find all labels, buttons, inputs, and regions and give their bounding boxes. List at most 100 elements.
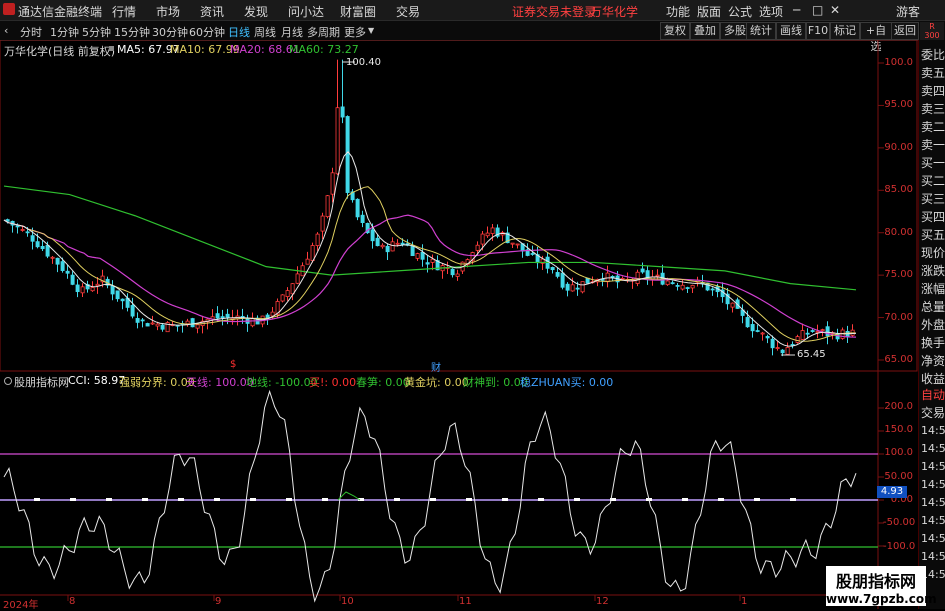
menu-item-faxian[interactable]: 发现 bbox=[244, 3, 268, 20]
candle-body bbox=[480, 233, 485, 245]
candle-body bbox=[90, 287, 95, 292]
candle-body bbox=[760, 332, 765, 335]
candle-body bbox=[380, 244, 385, 248]
button-huaxian[interactable]: 画线 bbox=[776, 22, 806, 40]
cci-tick-200: 200.0 bbox=[884, 401, 913, 412]
candle-body bbox=[485, 232, 490, 237]
candle-body bbox=[190, 318, 195, 328]
close-icon[interactable]: ✕ bbox=[830, 3, 840, 17]
watermark-url: www.7gpzb.com bbox=[826, 592, 937, 606]
zero-marker bbox=[214, 498, 220, 501]
menu-item-zixun[interactable]: 资讯 bbox=[200, 3, 224, 20]
period-5min[interactable]: 5分钟 bbox=[82, 24, 111, 40]
button-add-watchlist[interactable]: +自选 bbox=[860, 22, 892, 53]
guest-user[interactable]: 游客 bbox=[896, 3, 920, 20]
candle-body bbox=[490, 227, 495, 234]
trade-label: 交易 bbox=[921, 406, 945, 420]
r-badge-letter: R bbox=[929, 22, 935, 31]
candle-body bbox=[510, 242, 515, 245]
candle-body bbox=[800, 330, 805, 340]
button-tongji[interactable]: 统计 bbox=[746, 22, 776, 40]
candle-body bbox=[315, 233, 320, 246]
time-row-5: 14:5 bbox=[921, 496, 945, 509]
menu-item-caifuquan[interactable]: 财富圈 bbox=[340, 3, 376, 20]
candle-body bbox=[555, 272, 560, 277]
ma60-line bbox=[3, 185, 857, 291]
menu-item-jiaoyi[interactable]: 交易 bbox=[396, 3, 420, 20]
zero-marker bbox=[106, 498, 112, 501]
menu-item-banmian[interactable]: 版面 bbox=[697, 3, 721, 20]
auto-trade-label[interactable]: 自动 bbox=[921, 386, 945, 403]
candle-body bbox=[145, 323, 150, 327]
menu-item-gongneng[interactable]: 功能 bbox=[666, 3, 690, 20]
candle-body bbox=[560, 272, 565, 288]
candle-body bbox=[385, 245, 390, 253]
time-row-6: 14:5 bbox=[921, 514, 945, 527]
menu-item-wenxiaoda[interactable]: 问小达 bbox=[288, 3, 324, 20]
chart-area[interactable] bbox=[0, 40, 918, 609]
period-1min[interactable]: 1分钟 bbox=[50, 24, 79, 40]
candle-body bbox=[110, 285, 115, 295]
period-fenshi[interactable]: 分时 bbox=[20, 24, 42, 40]
back-arrow-icon[interactable]: ‹ bbox=[4, 24, 8, 37]
candle-body bbox=[70, 274, 75, 285]
cci-tick-100: 100.0 bbox=[884, 447, 913, 458]
dollar-marker[interactable]: $ bbox=[230, 359, 236, 370]
candle-body bbox=[40, 246, 45, 250]
indicator-name[interactable]: 股朋指标网 bbox=[14, 374, 69, 390]
period-more[interactable]: 更多 bbox=[344, 24, 366, 40]
candle-body bbox=[20, 229, 25, 231]
button-biaoji[interactable]: 标记 bbox=[830, 22, 860, 40]
candle-body bbox=[340, 106, 345, 118]
period-monthly[interactable]: 月线 bbox=[281, 24, 303, 40]
menu-item-gongshi[interactable]: 公式 bbox=[728, 3, 752, 20]
candle-body bbox=[410, 245, 415, 257]
login-status[interactable]: 证券交易未登录 bbox=[512, 3, 596, 20]
quote-item-sell4: 卖四 bbox=[921, 84, 945, 98]
r-badge[interactable]: R 300 bbox=[920, 22, 944, 40]
period-multi[interactable]: 多周期 bbox=[307, 24, 340, 40]
cai-marker[interactable]: 财 bbox=[431, 359, 441, 374]
minimize-icon[interactable]: ─ bbox=[793, 3, 800, 17]
price-tick-65: 65.00 bbox=[884, 354, 913, 365]
candle-body bbox=[665, 280, 670, 286]
period-30min[interactable]: 30分钟 bbox=[152, 24, 188, 40]
candle-body bbox=[155, 323, 160, 327]
huangjinkeng-value: 黄金坑: 0.00 bbox=[404, 376, 469, 389]
quote-item-sell3: 卖三 bbox=[921, 102, 945, 116]
candle-body bbox=[135, 318, 140, 323]
menu-item-hangqing[interactable]: 行情 bbox=[112, 3, 136, 20]
candle-body bbox=[710, 288, 715, 291]
zero-marker bbox=[394, 498, 400, 501]
cci-tick-n50: -50.00 bbox=[883, 517, 916, 528]
period-15min[interactable]: 15分钟 bbox=[114, 24, 150, 40]
zero-marker bbox=[430, 498, 436, 501]
candle-body bbox=[65, 270, 70, 274]
qiangruo-value: 强弱分界: 0.00 bbox=[119, 376, 195, 389]
candle-body bbox=[215, 313, 220, 319]
period-daily[interactable]: 日线 bbox=[228, 24, 250, 40]
candle-body bbox=[195, 324, 200, 329]
menu-item-xuanxiang[interactable]: 选项 bbox=[759, 3, 783, 20]
price-chart-title: 万华化学(日线 前复权) bbox=[4, 45, 116, 58]
button-f10[interactable]: F10 bbox=[806, 22, 830, 40]
zero-marker bbox=[574, 498, 580, 501]
period-weekly[interactable]: 周线 bbox=[254, 24, 276, 40]
candle-body bbox=[220, 316, 225, 319]
site-watermark: 股朋指标网 www.7gpzb.com bbox=[826, 566, 937, 606]
quote-item-netasset: 净资 bbox=[921, 354, 945, 368]
menu-item-shichang[interactable]: 市场 bbox=[156, 3, 180, 20]
candle-body bbox=[30, 235, 35, 242]
maximize-icon[interactable]: □ bbox=[812, 3, 823, 17]
button-diejia[interactable]: 叠加 bbox=[690, 22, 720, 40]
button-fuquan[interactable]: 复权 bbox=[660, 22, 690, 40]
quote-item-buy3: 买三 bbox=[921, 192, 945, 206]
candle-body bbox=[675, 284, 680, 287]
current-stock-name: 万华化学 bbox=[590, 5, 639, 19]
cci-value: CCI: 58.97 bbox=[68, 374, 126, 387]
candle-body bbox=[785, 347, 790, 355]
chevron-down-icon[interactable]: ▼ bbox=[368, 26, 374, 35]
button-back[interactable]: 返回 bbox=[891, 22, 919, 40]
time-row-4: 14:5 bbox=[921, 478, 945, 491]
period-60min[interactable]: 60分钟 bbox=[189, 24, 225, 40]
